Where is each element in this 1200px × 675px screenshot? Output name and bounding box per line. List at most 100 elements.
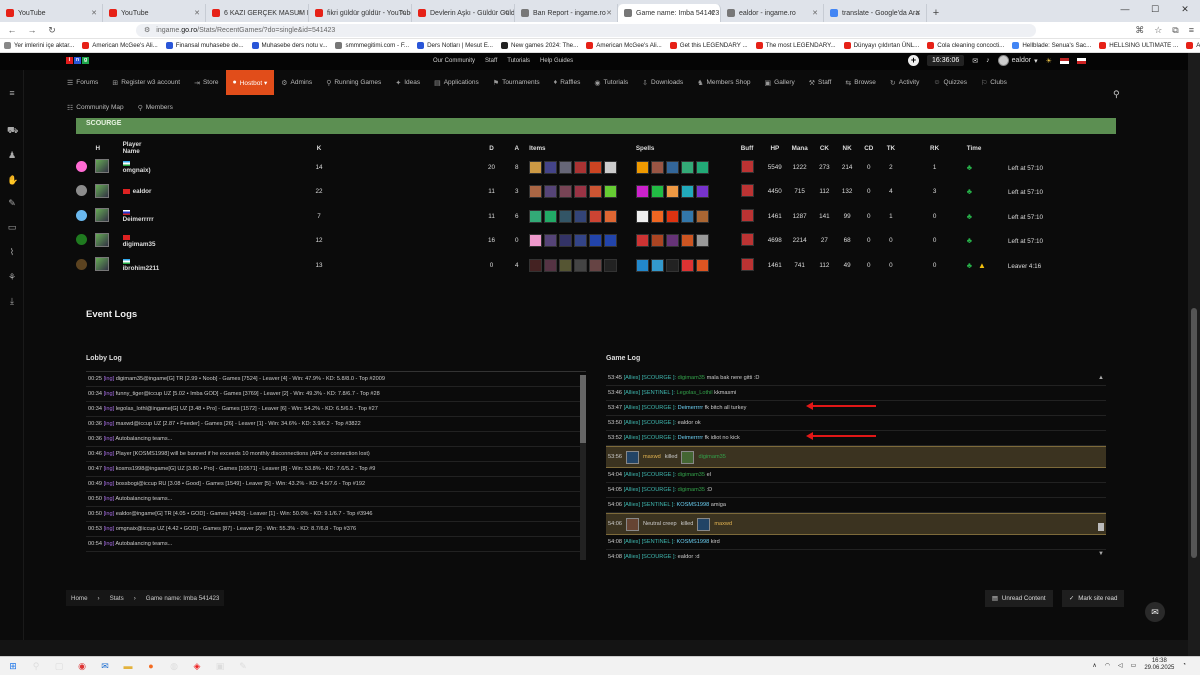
back-icon[interactable]: ←	[6, 25, 18, 35]
buff-icon[interactable]	[740, 159, 754, 173]
windows-start-icon[interactable]: ⊞	[3, 659, 23, 673]
top-link[interactable]: Staff	[485, 58, 497, 64]
site-info-icon[interactable]: ⚙	[144, 26, 150, 34]
wrench-icon[interactable]: ✎	[7, 198, 17, 208]
tab-close-icon[interactable]: ✕	[194, 9, 200, 17]
nav-item[interactable]: ✦ Ideas	[388, 70, 427, 95]
item-icon[interactable]	[574, 258, 588, 272]
buff-icon[interactable]	[740, 233, 754, 247]
hamburger-icon[interactable]: ≡	[7, 88, 17, 98]
hero-portrait[interactable]	[95, 208, 110, 223]
maximize-icon[interactable]: ☐	[1140, 0, 1170, 18]
user-icon[interactable]: ♟	[7, 150, 17, 160]
browser-tab[interactable]: translate - Google'da Ara ✕	[824, 4, 927, 22]
nav-item[interactable]: ♞ Members Shop	[690, 70, 757, 95]
extensions-icon[interactable]: ⧉	[1172, 25, 1178, 36]
reload-icon[interactable]: ↻	[46, 25, 58, 36]
nav-item[interactable]: ↻ Activity	[883, 70, 926, 95]
bookmark-item[interactable]: Ders Notları | Mesut E...	[417, 42, 493, 49]
mark-site-read-button[interactable]: ✓ Mark site read	[1062, 590, 1125, 607]
bookmark-item[interactable]: The most LEGENDARY...	[755, 42, 836, 49]
item-icon[interactable]	[544, 234, 558, 248]
item-icon[interactable]	[529, 160, 543, 174]
item-icon[interactable]	[574, 234, 588, 248]
item-icon[interactable]	[574, 160, 588, 174]
spell-icon[interactable]	[650, 258, 664, 272]
app-icon[interactable]: ◍	[164, 659, 184, 673]
minimize-icon[interactable]: —	[1110, 0, 1140, 18]
spell-icon[interactable]	[680, 185, 694, 199]
star-icon[interactable]: ☆	[1154, 25, 1162, 36]
gamepad-icon[interactable]: ▭	[7, 222, 17, 232]
top-link[interactable]: Help Guides	[540, 58, 573, 64]
item-icon[interactable]	[559, 185, 573, 199]
nav-item[interactable]: ▤ Applications	[427, 70, 486, 95]
item-icon[interactable]	[589, 209, 603, 223]
top-link[interactable]: Our Community	[433, 58, 475, 64]
search-icon[interactable]: ⚲	[26, 659, 46, 673]
item-icon[interactable]	[589, 185, 603, 199]
app-icon[interactable]: ✎	[233, 659, 253, 673]
notification-icon[interactable]: ◔	[1182, 662, 1186, 668]
buff-icon[interactable]	[740, 184, 754, 198]
lobby-log[interactable]: 00:25 [ing] digimam35@ingame[G] TR [2.99…	[86, 371, 586, 561]
spell-icon[interactable]	[650, 185, 664, 199]
player-name[interactable]: omgnaix)	[123, 167, 151, 174]
item-icon[interactable]	[559, 209, 573, 223]
item-icon[interactable]	[529, 258, 543, 272]
game-log-scrollbar[interactable]: ▲ ▼	[1098, 375, 1104, 560]
spell-icon[interactable]	[680, 209, 694, 223]
bookmark-item[interactable]: smmmegitimi.com - F...	[335, 42, 409, 49]
player-name[interactable]: ibrohim2211	[123, 265, 160, 272]
nav-item[interactable]: ♦ Raffles	[547, 70, 588, 95]
spell-icon[interactable]	[635, 258, 649, 272]
download-icon[interactable]: ⤓	[7, 296, 17, 306]
translate-icon[interactable]: ⌘	[1135, 25, 1144, 36]
item-icon[interactable]	[529, 185, 543, 199]
wifi-icon[interactable]: ◠	[1105, 662, 1110, 669]
nav-item[interactable]: ⇩ Downloads	[635, 70, 690, 95]
player-name[interactable]: digimam35	[123, 241, 156, 248]
gift-icon[interactable]: ⚘	[7, 272, 17, 282]
flag-us-icon[interactable]	[1059, 57, 1069, 64]
bookmark-item[interactable]: Cola cleaning concocti...	[927, 42, 1004, 49]
player-name[interactable]: ealdor	[133, 188, 152, 195]
user-menu[interactable]: ealdor ▾	[997, 55, 1038, 66]
theme-sun-icon[interactable]: ☀	[1046, 57, 1052, 65]
tab-close-icon[interactable]: ✕	[400, 9, 406, 17]
browser-tab[interactable]: YouTube ✕	[103, 4, 206, 22]
spell-icon[interactable]	[665, 160, 679, 174]
spell-icon[interactable]	[635, 185, 649, 199]
spell-icon[interactable]	[695, 234, 709, 248]
close-icon[interactable]: ✕	[1170, 0, 1200, 18]
browser-tab[interactable]: Ban Report - ingame.ro ✕	[515, 4, 618, 22]
tab-close-icon[interactable]: ✕	[606, 9, 612, 17]
tray-chevron-icon[interactable]: ∧	[1092, 662, 1096, 669]
unread-content-button[interactable]: ▤ Unread Content	[985, 590, 1053, 607]
nav-item[interactable]: ☰ Forums	[60, 70, 105, 95]
spell-icon[interactable]	[635, 160, 649, 174]
spell-icon[interactable]	[665, 209, 679, 223]
hand-icon[interactable]: ✋	[7, 175, 18, 185]
spell-icon[interactable]	[665, 258, 679, 272]
browser-tab[interactable]: Game name: Imba 541423 - ing✕	[618, 4, 721, 22]
spell-icon[interactable]	[695, 209, 709, 223]
tab-close-icon[interactable]: ✕	[915, 9, 921, 17]
hero-portrait[interactable]	[95, 257, 110, 272]
nav-item[interactable]: ⚑ Tournaments	[486, 70, 547, 95]
notifications-icon[interactable]: ✉	[972, 57, 978, 65]
spell-icon[interactable]	[650, 234, 664, 248]
file-explorer-icon[interactable]: ▬	[118, 659, 138, 673]
hero-portrait[interactable]	[95, 183, 110, 198]
browser-tab[interactable]: ealdor - ingame.ro ✕	[721, 4, 824, 22]
spell-icon[interactable]	[665, 185, 679, 199]
buff-icon[interactable]	[740, 257, 754, 271]
search-icon[interactable]: ⚲	[1113, 89, 1120, 100]
tab-close-icon[interactable]: ✕	[297, 9, 303, 17]
bookmark-item[interactable]: HELLSING ULTIMATE ...	[1099, 42, 1178, 49]
bookmark-item[interactable]: Muhasebe ders notu v...	[251, 42, 327, 49]
item-icon[interactable]	[544, 258, 558, 272]
bell-icon[interactable]: ♪	[986, 57, 990, 64]
flag-ro-icon[interactable]	[1076, 57, 1086, 64]
cart-icon[interactable]: ⛟	[7, 125, 18, 135]
